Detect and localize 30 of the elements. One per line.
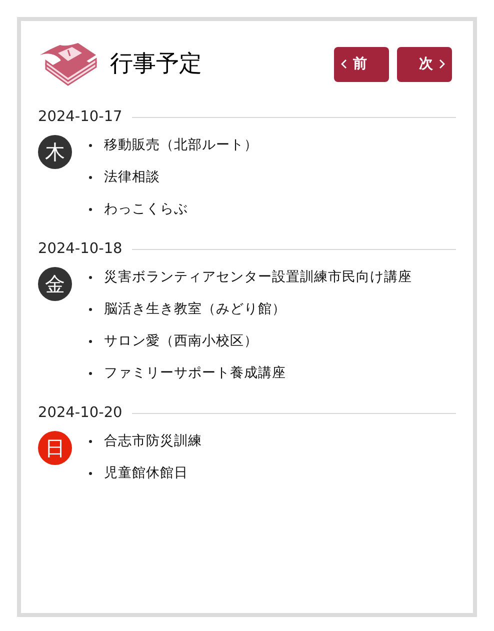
date-heading: 2024-10-17 [38, 108, 122, 127]
event-item: わっこくらぶ [104, 200, 188, 219]
event-item: ファミリーサポート養成講座 [104, 364, 286, 383]
chevron-left-icon [341, 59, 347, 69]
event-item: 脳活き生き教室（みどり館） [104, 300, 286, 319]
bullet-icon [89, 372, 92, 374]
event-item: 児童館休館日 [104, 464, 188, 483]
event-item: 合志市防災訓練 [104, 432, 202, 451]
bullet-icon [89, 144, 92, 146]
weekday-badge: 金 [38, 267, 72, 301]
bullet-icon [89, 208, 92, 210]
event-item: サロン愛（西南小校区） [104, 332, 258, 351]
event-item: 法律相談 [104, 168, 160, 187]
bullet-icon [89, 340, 92, 342]
weekday-badge: 日 [38, 431, 72, 465]
bullet-icon [89, 440, 92, 442]
bullet-icon [89, 176, 92, 178]
date-heading: 2024-10-20 [38, 404, 122, 423]
bullet-icon [89, 472, 92, 474]
weekday-badge: 木 [38, 135, 72, 169]
page-title: 行事予定 [110, 52, 202, 76]
event-item: 移動販売（北部ルート） [104, 136, 258, 155]
previous-button[interactable]: 前 [334, 46, 389, 82]
bullet-icon [89, 276, 92, 278]
calendar-icon [38, 41, 98, 87]
event-item: 災害ボランティアセンター設置訓練市民向け講座 [104, 268, 412, 287]
next-button[interactable]: 次 [397, 46, 452, 82]
chevron-right-icon [439, 59, 445, 69]
date-heading: 2024-10-18 [38, 240, 122, 259]
bullet-icon [89, 308, 92, 310]
